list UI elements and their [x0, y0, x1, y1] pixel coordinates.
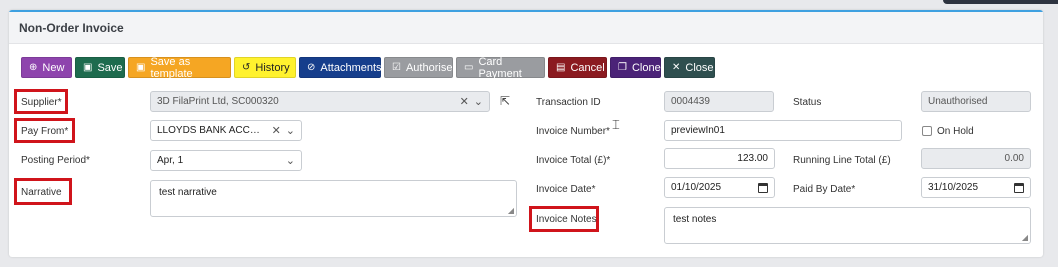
invoice-notes-label: Invoice Notes [536, 214, 597, 225]
paid-by-date-value: 31/10/2025 [928, 182, 979, 193]
card-payment-button[interactable]: ▭ Card Payment [456, 56, 545, 80]
clear-icon[interactable]: ✕ [272, 124, 281, 137]
narrative-label: Narrative [21, 187, 62, 198]
external-link-icon[interactable]: ⇱ [500, 94, 510, 108]
history-icon: ↺ [242, 61, 251, 73]
invoice-total-input[interactable]: 123.00 [664, 148, 775, 169]
on-hold-label: On Hold [937, 126, 974, 137]
top-bar-corner [943, 0, 1058, 4]
invoice-date-input[interactable]: 01/10/2025 [664, 177, 775, 198]
pay-from-label: Pay From* [21, 126, 69, 137]
chevron-down-icon[interactable]: ⌄ [286, 124, 295, 137]
chevron-down-icon[interactable]: ⌄ [286, 154, 295, 167]
save-as-template-button[interactable]: ▣ Save as template [128, 56, 231, 80]
posting-period-value: Apr, 1 [157, 155, 184, 166]
status-label: Status [793, 97, 822, 108]
narrative-value: test narrative [159, 187, 217, 198]
pay-from-value: LLOYDS BANK ACCOU... [157, 125, 267, 136]
transaction-id-value: 0004439 [671, 96, 710, 107]
history-button[interactable]: ↺ History [234, 57, 296, 78]
floppy-icon: ▣ [83, 61, 93, 73]
copy-icon: ❐ [618, 61, 627, 73]
cancel-button[interactable]: ▤ Cancel [548, 57, 607, 78]
transaction-id-field: 0004439 [664, 91, 774, 112]
supplier-value: 3D FilaPrint Ltd, SC000320 [157, 96, 279, 107]
invoice-notes-textarea[interactable]: test notes ◢ [664, 207, 1031, 244]
invoice-number-value: previewIn01 [671, 125, 725, 136]
running-line-total-field: 0.00 [921, 148, 1031, 169]
new-button[interactable]: ⊕ New [21, 57, 72, 78]
status-field: Unauthorised [921, 91, 1031, 112]
resize-grip-icon[interactable]: ◢ [1022, 233, 1028, 242]
card-icon: ▭ [464, 61, 474, 73]
calendar-icon[interactable] [758, 182, 768, 193]
invoice-date-value: 01/10/2025 [671, 182, 722, 193]
plus-circle-icon: ⊕ [29, 61, 38, 73]
panel-title: Non-Order Invoice [9, 12, 1043, 44]
clear-icon[interactable]: ✕ [460, 95, 469, 108]
paid-by-date-label: Paid By Date* [793, 184, 856, 195]
paperclip-icon: ⊘ [307, 61, 316, 73]
posting-period-label: Posting Period* [21, 155, 90, 166]
supplier-select[interactable]: 3D FilaPrint Ltd, SC000320 ✕ ⌄ [150, 91, 490, 112]
status-value: Unauthorised [928, 96, 988, 107]
attachments-button[interactable]: ⊘ Attachments [299, 57, 382, 78]
x-icon: ✕ [672, 61, 681, 73]
invoice-total-label: Invoice Total (£)* [536, 155, 611, 166]
close-button[interactable]: ✕ Close [664, 57, 715, 78]
resize-grip-icon[interactable]: ◢ [508, 206, 514, 215]
calendar-icon[interactable] [1014, 182, 1024, 193]
toolbar: ⊕ New ▣ Save ▣ Save as template ↺ Histor… [21, 56, 715, 80]
text-cursor-icon: ⌶ [612, 117, 620, 132]
clone-button[interactable]: ❐ Clone [610, 57, 661, 78]
supplier-label: Supplier* [21, 97, 62, 108]
invoice-number-label: Invoice Number* [536, 126, 610, 137]
running-line-total-label: Running Line Total (£) [793, 155, 891, 166]
invoice-date-label: Invoice Date* [536, 184, 596, 195]
invoice-number-input[interactable]: previewIn01 [664, 120, 902, 141]
chevron-down-icon[interactable]: ⌄ [474, 95, 483, 108]
narrative-textarea[interactable]: test narrative ◢ [150, 180, 517, 217]
posting-period-select[interactable]: Apr, 1 ⌄ [150, 150, 302, 171]
trash-icon: ▤ [556, 61, 566, 73]
authorise-button[interactable]: ☑ Authorise [384, 57, 453, 78]
running-line-total-value: 0.00 [1004, 153, 1024, 164]
invoice-total-value: 123.00 [737, 153, 768, 164]
save-button[interactable]: ▣ Save [75, 57, 125, 78]
pay-from-select[interactable]: LLOYDS BANK ACCOU... ✕ ⌄ [150, 120, 302, 141]
invoice-notes-value: test notes [673, 214, 717, 225]
transaction-id-label: Transaction ID [536, 97, 601, 108]
paid-by-date-input[interactable]: 31/10/2025 [921, 177, 1031, 198]
check-square-icon: ☑ [392, 61, 401, 73]
on-hold-checkbox[interactable] [922, 126, 932, 136]
floppy-icon: ▣ [136, 61, 146, 73]
